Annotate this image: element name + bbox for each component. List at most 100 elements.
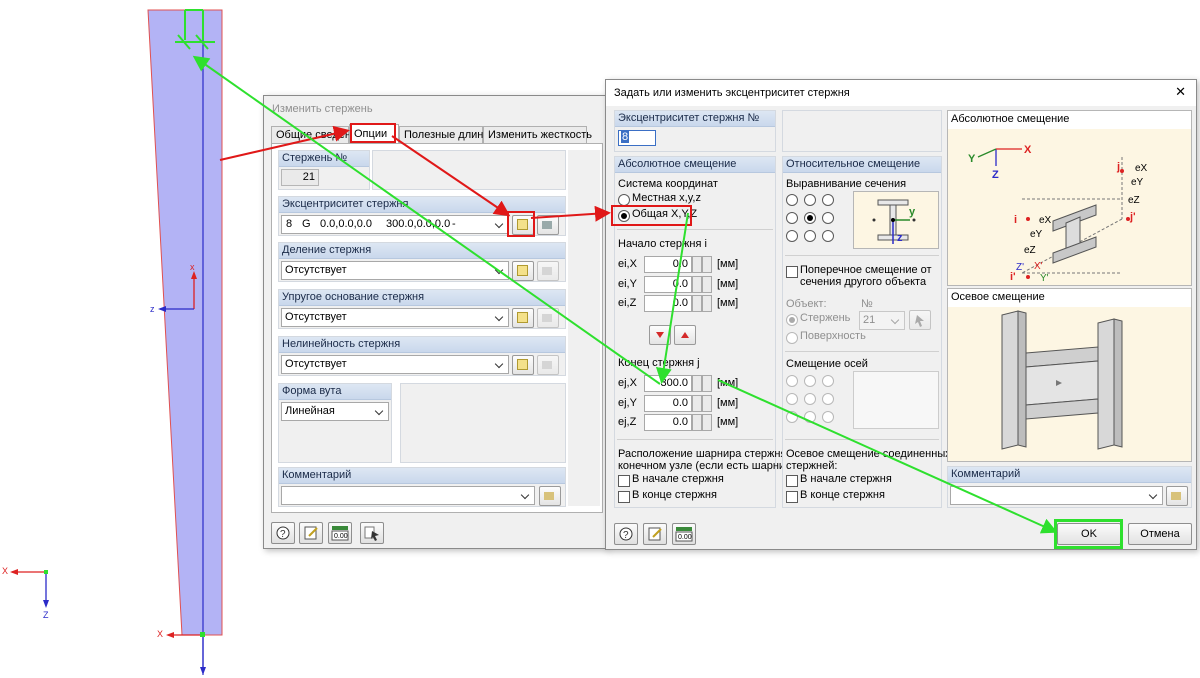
coord-system-label: Система координат (618, 178, 718, 190)
ecc-help-button[interactable]: ? (614, 523, 638, 545)
ecc-comment-field[interactable] (950, 486, 1163, 505)
align-ml-radio[interactable] (786, 212, 798, 224)
ei-x-input[interactable]: 0.0 (644, 256, 692, 273)
align-bc-radio[interactable] (804, 230, 816, 242)
align-tc-radio[interactable] (804, 194, 816, 206)
help-button[interactable]: ? (271, 522, 295, 544)
axial-at-start-checkbox[interactable] (786, 475, 798, 487)
axis-offset-preview (853, 371, 939, 429)
edit-item-icon (542, 267, 552, 275)
axis-bc-radio[interactable] (804, 411, 816, 423)
ei-y-spinner[interactable] (692, 276, 702, 293)
cancel-button[interactable]: Отмена (1128, 523, 1192, 545)
axis-tr-radio[interactable] (822, 375, 834, 387)
ecc-edit-details-button[interactable] (643, 523, 667, 545)
svg-text:?: ? (280, 529, 286, 540)
new-elastic-button[interactable] (512, 308, 534, 328)
tab-general[interactable]: Общие сведения (271, 126, 363, 143)
axis-tl-radio[interactable] (786, 375, 798, 387)
axis-ml-radio[interactable] (786, 393, 798, 405)
align-br-radio[interactable] (822, 230, 834, 242)
hinge-at-end-checkbox[interactable] (618, 491, 630, 503)
ecc-no-field[interactable]: 8 (618, 130, 656, 146)
copy-down-button[interactable] (649, 325, 671, 345)
chevron-down-icon (1148, 488, 1160, 502)
align-mc-radio[interactable] (804, 212, 816, 224)
comment-library-button[interactable] (539, 486, 561, 506)
chevron-down-icon (494, 217, 506, 231)
nonlinearity-select[interactable]: Отсутствует (281, 355, 509, 374)
help-icon: ? (619, 527, 633, 541)
axis-mr-radio[interactable] (822, 393, 834, 405)
axis-br-radio[interactable] (822, 411, 834, 423)
tab-effective-lengths[interactable]: Полезные длины (399, 126, 491, 143)
chevron-down-icon (520, 488, 532, 502)
axis-bl-radio[interactable] (786, 411, 798, 423)
hinge-text-2: конечном узле (если есть шарнир) (618, 460, 795, 472)
align-tr-radio[interactable] (822, 194, 834, 206)
svg-text:0.00: 0.00 (678, 534, 692, 541)
ecc-comment-library-button[interactable] (1166, 486, 1188, 506)
ei-z-spinner[interactable] (692, 295, 702, 312)
transverse-text-2: сечения другого объекта (800, 276, 927, 288)
new-division-button[interactable] (512, 261, 534, 281)
object-member-radio[interactable] (786, 314, 798, 326)
library-icon (544, 492, 554, 500)
ei-y-input[interactable]: 0.0 (644, 276, 692, 293)
tab-modify-stiffness[interactable]: Изменить жесткость (483, 126, 592, 143)
select-graphically-button[interactable] (360, 522, 384, 544)
ej-x-spinner[interactable] (692, 375, 702, 392)
object-no-select[interactable]: 21 (859, 311, 905, 330)
object-surface-label: Поверхность (800, 330, 866, 342)
align-bl-radio[interactable] (786, 230, 798, 242)
ej-x-input[interactable]: 300.0 (644, 375, 692, 392)
axis-tc-radio[interactable] (804, 375, 816, 387)
align-mr-radio[interactable] (822, 212, 834, 224)
ej-z-menu[interactable] (702, 414, 712, 431)
ej-z-input[interactable]: 0.0 (644, 414, 692, 431)
taper-shape-panel: Форма вута Линейная (278, 383, 392, 463)
ei-z-menu[interactable] (702, 295, 712, 312)
ei-x-spinner[interactable] (692, 256, 702, 273)
global-coord-highlight (611, 205, 692, 226)
pencil-icon (648, 527, 662, 541)
ei-x-menu[interactable] (702, 256, 712, 273)
ei-y-menu[interactable] (702, 276, 712, 293)
ej-x-menu[interactable] (702, 375, 712, 392)
ej-z-label: ej,Z (618, 416, 637, 428)
edit-division-button[interactable] (537, 261, 559, 281)
units-icon: 0.00 (675, 527, 693, 542)
edit-details-button[interactable] (299, 522, 323, 544)
taper-shape-select[interactable]: Линейная (281, 402, 389, 421)
relative-offset-panel: Относительное смещение Выравнивание сече… (782, 156, 951, 508)
ei-z-input[interactable]: 0.0 (644, 295, 692, 312)
copy-up-button[interactable] (674, 325, 696, 345)
elastic-foundation-select[interactable]: Отсутствует (281, 308, 509, 327)
division-select[interactable]: Отсутствует (281, 261, 509, 280)
ej-y-input[interactable]: 0.0 (644, 395, 692, 412)
units-button[interactable]: 0.00 (328, 522, 352, 544)
object-surface-radio[interactable] (786, 332, 798, 344)
axis-mc-radio[interactable] (804, 393, 816, 405)
options-tab-highlight (350, 123, 396, 143)
ecc-units-button[interactable]: 0.00 (672, 523, 696, 545)
abs-diag-ex-top: eX (1135, 163, 1148, 174)
chevron-down-icon (494, 263, 506, 277)
ej-z-spinner[interactable] (692, 414, 702, 431)
edit-nonlinearity-button[interactable] (537, 355, 559, 375)
hinge-at-start-checkbox[interactable] (618, 475, 630, 487)
eccentricity-select[interactable]: 8 G 0.0,0.0,0.0 300.0,0.0,0.0 - (281, 215, 509, 234)
new-nonlinearity-button[interactable] (512, 355, 534, 375)
edit-eccentricity-button[interactable] (537, 215, 559, 235)
ej-y-menu[interactable] (702, 395, 712, 412)
member-comment-field[interactable] (281, 486, 535, 505)
axial-at-end-checkbox[interactable] (786, 491, 798, 503)
close-button[interactable]: ✕ (1175, 84, 1186, 100)
edit-elastic-button[interactable] (537, 308, 559, 328)
section-preview: y z (853, 191, 939, 249)
pick-object-button[interactable] (909, 310, 931, 330)
align-tl-radio[interactable] (786, 194, 798, 206)
help-icon: ? (276, 526, 290, 540)
transverse-offset-checkbox[interactable] (786, 266, 798, 278)
ej-y-spinner[interactable] (692, 395, 702, 412)
